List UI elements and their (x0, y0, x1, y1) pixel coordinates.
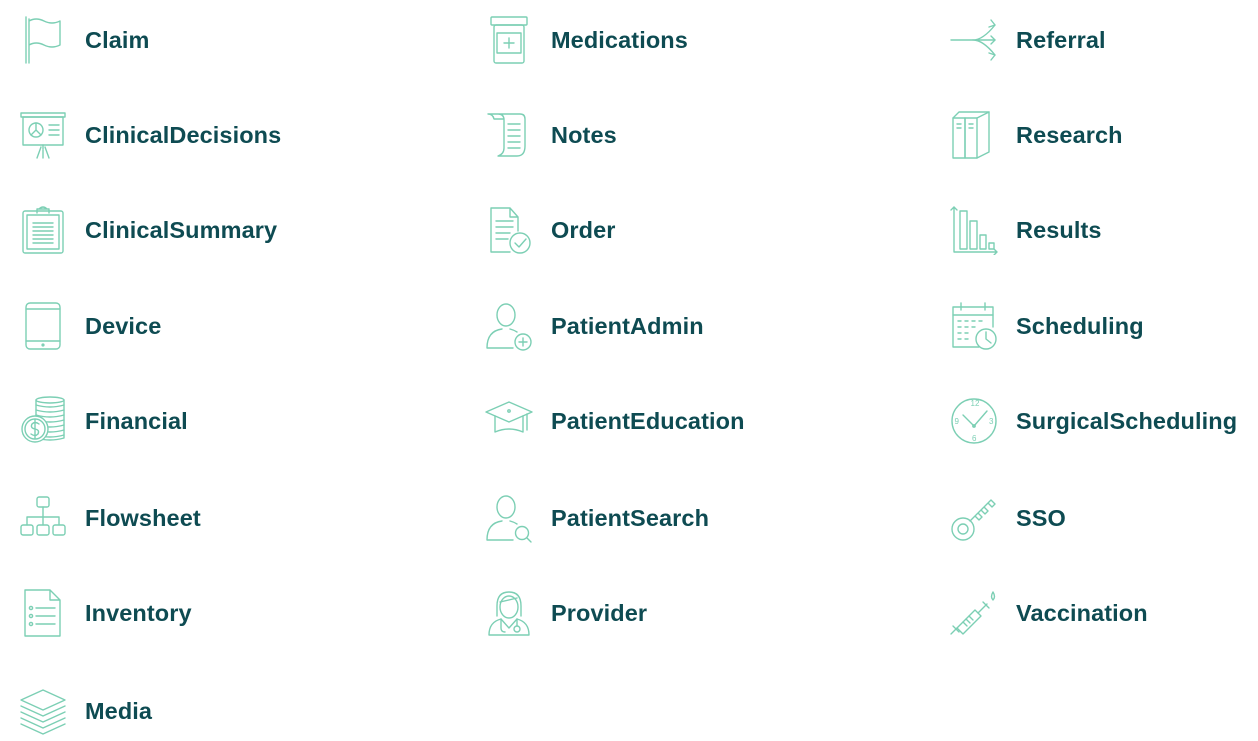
icon-item-vaccination: Vaccination (949, 583, 1148, 643)
clock-number: 12 (971, 399, 980, 408)
item-label: PatientEducation (551, 407, 745, 434)
item-label: ClinicalDecisions (85, 121, 282, 148)
icon-item-referral: Referral (949, 10, 1106, 70)
icon-item-media: Media (18, 681, 152, 741)
icon-item-financial: Financial (18, 391, 188, 451)
icon-item-research: Research (949, 105, 1123, 165)
clock-face-icon: 12 3 6 9 (949, 396, 999, 446)
flag-icon (18, 15, 68, 65)
item-label: SurgicalScheduling (1016, 407, 1238, 434)
hierarchy-tree-icon (18, 493, 68, 543)
icon-item-clinicalsummary: ClinicalSummary (18, 200, 277, 260)
item-label: Referral (1016, 26, 1106, 53)
icon-item-device: Device (18, 296, 161, 356)
item-label: Inventory (85, 599, 192, 626)
icon-item-inventory: Inventory (18, 583, 192, 643)
tablet-device-icon (18, 301, 68, 351)
item-label: Financial (85, 407, 188, 434)
icon-item-clinicaldecisions: ClinicalDecisions (18, 105, 281, 165)
bar-chart-icon (949, 205, 999, 255)
layers-stack-icon (18, 686, 68, 736)
item-label: Results (1016, 216, 1102, 243)
clipboard-icon (18, 205, 68, 255)
pill-bottle-icon (484, 15, 534, 65)
icon-item-flowsheet: Flowsheet (18, 488, 201, 548)
branching-arrows-icon (949, 15, 999, 65)
icon-item-sso: SSO (949, 488, 1066, 548)
item-label: Media (85, 697, 153, 724)
icon-catalog-page: { "colors": { "icon_stroke": "#7ccfb4", … (0, 0, 1258, 735)
item-label: PatientAdmin (551, 312, 704, 339)
item-label: Medications (551, 26, 688, 53)
presentation-chart-icon (18, 110, 68, 160)
item-label: Claim (85, 26, 150, 53)
scroll-notes-icon (484, 110, 534, 160)
item-label: SSO (1016, 504, 1066, 531)
checklist-document-icon (18, 588, 68, 638)
item-label: Flowsheet (85, 504, 201, 531)
item-label: Provider (551, 599, 648, 626)
icon-item-notes: Notes (484, 105, 617, 165)
icon-item-patienteducation: PatientEducation (484, 391, 745, 451)
user-add-icon (484, 301, 534, 351)
icon-item-scheduling: Scheduling (949, 296, 1144, 356)
key-icon (949, 493, 999, 543)
coin-stack-icon (18, 396, 68, 446)
binders-icon (949, 110, 999, 160)
icon-item-results: Results (949, 200, 1102, 260)
item-label: ClinicalSummary (85, 216, 278, 243)
icon-item-medications: Medications (484, 10, 688, 70)
icon-item-order: Order (484, 200, 616, 260)
icon-item-surgicalscheduling: 12 3 6 9 SurgicalScheduling (949, 391, 1237, 451)
calendar-clock-icon (949, 301, 999, 351)
clock-number: 6 (972, 434, 977, 443)
item-label: PatientSearch (551, 504, 710, 531)
icon-item-patientsearch: PatientSearch (484, 488, 709, 548)
document-check-icon (484, 205, 534, 255)
user-search-icon (484, 493, 534, 543)
icon-item-claim: Claim (18, 10, 150, 70)
icon-item-provider: Provider (484, 583, 647, 643)
item-label: Order (551, 216, 616, 243)
doctor-stethoscope-icon (484, 588, 534, 638)
item-label: Scheduling (1016, 312, 1144, 339)
clock-number: 3 (989, 417, 994, 426)
graduation-cap-icon (484, 396, 534, 446)
item-label: Device (85, 312, 162, 339)
icon-item-patientadmin: PatientAdmin (484, 296, 704, 356)
item-label: Vaccination (1016, 599, 1148, 626)
item-label: Notes (551, 121, 617, 148)
syringe-icon (949, 588, 999, 638)
item-label: Research (1016, 121, 1123, 148)
clock-number: 9 (955, 417, 960, 426)
